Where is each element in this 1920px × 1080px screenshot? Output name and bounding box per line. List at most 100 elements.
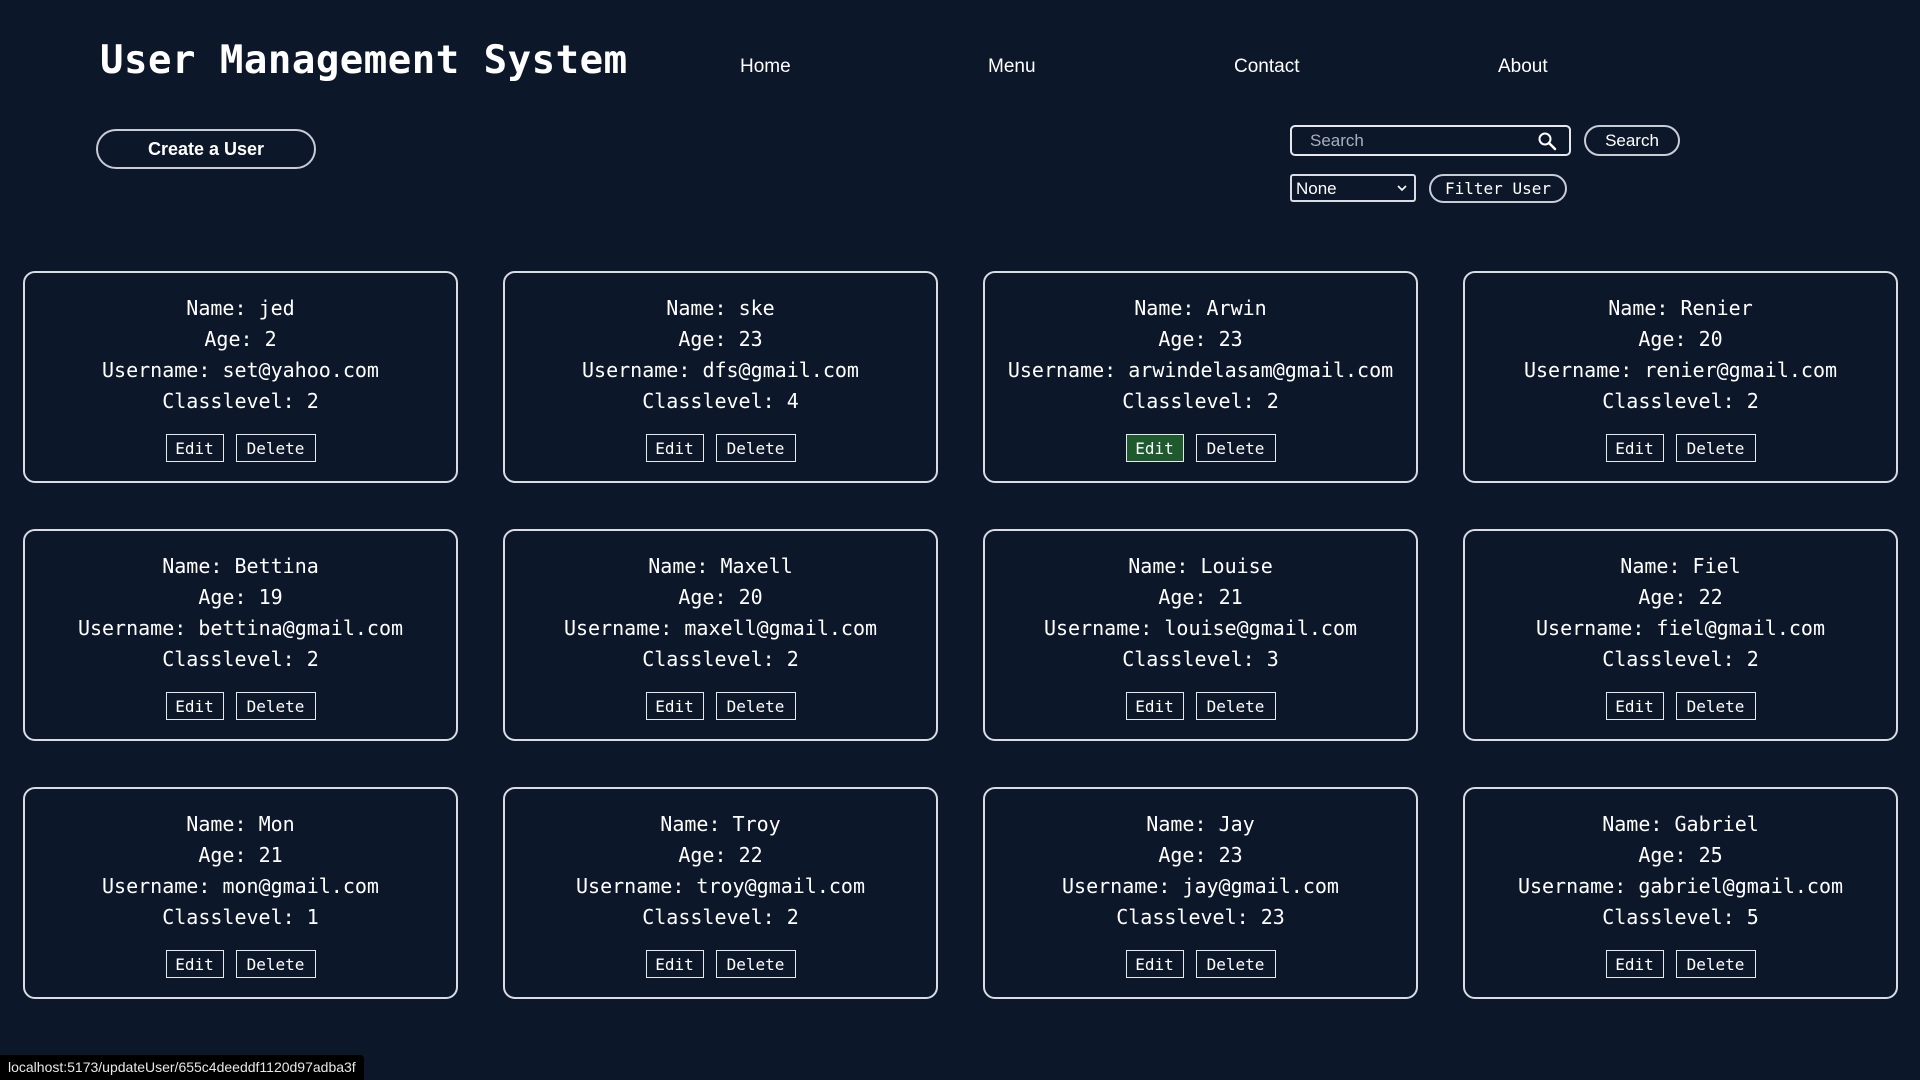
user-username: maxell@gmail.com bbox=[684, 616, 878, 640]
user-card: Name: Louise Age: 21 Username: louise@gm… bbox=[983, 529, 1418, 741]
user-username: gabriel@gmail.com bbox=[1638, 874, 1844, 898]
edit-button[interactable]: Edit bbox=[645, 950, 704, 978]
delete-button[interactable]: Delete bbox=[715, 950, 796, 978]
user-username: bettina@gmail.com bbox=[198, 616, 404, 640]
user-name-line: Name: jed bbox=[25, 293, 456, 324]
search-icon[interactable] bbox=[1537, 131, 1557, 151]
age-label: Age: bbox=[678, 843, 727, 867]
user-classlevel: 2 bbox=[306, 647, 319, 671]
age-label: Age: bbox=[1158, 327, 1207, 351]
user-classlevel-line: Classlevel: 3 bbox=[985, 644, 1416, 675]
user-name: Renier bbox=[1680, 296, 1753, 320]
age-label: Age: bbox=[198, 585, 247, 609]
delete-button[interactable]: Delete bbox=[235, 692, 316, 720]
delete-button[interactable]: Delete bbox=[235, 950, 316, 978]
age-label: Age: bbox=[204, 327, 253, 351]
classlevel-label: Classlevel: bbox=[642, 905, 775, 929]
nav-home[interactable]: Home bbox=[740, 56, 791, 78]
user-classlevel-line: Classlevel: 2 bbox=[505, 644, 936, 675]
edit-button[interactable]: Edit bbox=[645, 434, 704, 462]
delete-button[interactable]: Delete bbox=[715, 692, 796, 720]
filter-select-control[interactable]: None bbox=[1292, 176, 1414, 200]
user-name-line: Name: Louise bbox=[985, 551, 1416, 582]
nav-about[interactable]: About bbox=[1498, 56, 1548, 78]
edit-button[interactable]: Edit bbox=[1125, 950, 1184, 978]
user-age: 21 bbox=[258, 843, 283, 867]
user-age-line: Age: 23 bbox=[985, 324, 1416, 355]
user-username: arwindelasam@gmail.com bbox=[1128, 358, 1394, 382]
user-classlevel: 2 bbox=[1746, 647, 1759, 671]
nav-menu[interactable]: Menu bbox=[988, 56, 1036, 78]
user-age: 23 bbox=[1218, 843, 1243, 867]
user-age: 21 bbox=[1218, 585, 1243, 609]
delete-button[interactable]: Delete bbox=[1195, 692, 1276, 720]
delete-button[interactable]: Delete bbox=[1675, 434, 1756, 462]
user-age-line: Age: 20 bbox=[505, 582, 936, 613]
user-card: Name: Gabriel Age: 25 Username: gabriel@… bbox=[1463, 787, 1898, 999]
user-username-line: Username: troy@gmail.com bbox=[505, 871, 936, 902]
username-label: Username: bbox=[1062, 874, 1171, 898]
user-age: 20 bbox=[738, 585, 763, 609]
user-classlevel-line: Classlevel: 1 bbox=[25, 902, 456, 933]
edit-button[interactable]: Edit bbox=[1605, 434, 1664, 462]
card-actions: Edit Delete bbox=[505, 692, 936, 720]
user-username-line: Username: bettina@gmail.com bbox=[25, 613, 456, 644]
delete-button[interactable]: Delete bbox=[1675, 950, 1756, 978]
user-age-line: Age: 2 bbox=[25, 324, 456, 355]
user-age-line: Age: 23 bbox=[505, 324, 936, 355]
delete-button[interactable]: Delete bbox=[235, 434, 316, 462]
user-age: 22 bbox=[738, 843, 763, 867]
user-username-line: Username: arwindelasam@gmail.com bbox=[985, 355, 1416, 386]
user-classlevel: 1 bbox=[306, 905, 319, 929]
delete-button[interactable]: Delete bbox=[715, 434, 796, 462]
user-name-line: Name: Gabriel bbox=[1465, 809, 1896, 840]
edit-button[interactable]: Edit bbox=[1605, 950, 1664, 978]
card-actions: Edit Delete bbox=[25, 950, 456, 978]
user-age: 22 bbox=[1698, 585, 1723, 609]
user-age-line: Age: 21 bbox=[25, 840, 456, 871]
user-username: renier@gmail.com bbox=[1644, 358, 1838, 382]
status-bar-url: localhost:5173/updateUser/655c4deeddf112… bbox=[0, 1055, 364, 1080]
delete-button[interactable]: Delete bbox=[1195, 950, 1276, 978]
page-title: User Management System bbox=[100, 38, 628, 83]
edit-button[interactable]: Edit bbox=[1605, 692, 1664, 720]
edit-button[interactable]: Edit bbox=[165, 950, 224, 978]
user-age-line: Age: 21 bbox=[985, 582, 1416, 613]
user-classlevel-line: Classlevel: 5 bbox=[1465, 902, 1896, 933]
name-label: Name: bbox=[648, 554, 709, 578]
nav-contact[interactable]: Contact bbox=[1234, 56, 1299, 78]
user-username-line: Username: mon@gmail.com bbox=[25, 871, 456, 902]
user-username-line: Username: gabriel@gmail.com bbox=[1465, 871, 1896, 902]
classlevel-label: Classlevel: bbox=[1602, 647, 1735, 671]
user-card: Name: Fiel Age: 22 Username: fiel@gmail.… bbox=[1463, 529, 1898, 741]
user-classlevel: 2 bbox=[786, 905, 799, 929]
filter-select[interactable]: None bbox=[1290, 174, 1416, 202]
user-username-line: Username: renier@gmail.com bbox=[1465, 355, 1896, 386]
edit-button[interactable]: Edit bbox=[165, 434, 224, 462]
edit-button[interactable]: Edit bbox=[165, 692, 224, 720]
user-classlevel-line: Classlevel: 2 bbox=[1465, 386, 1896, 417]
name-label: Name: bbox=[162, 554, 223, 578]
filter-user-button[interactable]: Filter User bbox=[1429, 174, 1567, 203]
user-name: Gabriel bbox=[1674, 812, 1759, 836]
name-label: Name: bbox=[1146, 812, 1207, 836]
user-username: jay@gmail.com bbox=[1182, 874, 1339, 898]
edit-button[interactable]: Edit bbox=[1125, 434, 1184, 462]
username-label: Username: bbox=[1523, 358, 1633, 382]
search-button[interactable]: Search bbox=[1584, 125, 1680, 156]
name-label: Name: bbox=[1620, 554, 1681, 578]
user-classlevel: 2 bbox=[1266, 389, 1279, 413]
delete-button[interactable]: Delete bbox=[1195, 434, 1276, 462]
edit-button[interactable]: Edit bbox=[1125, 692, 1184, 720]
classlevel-label: Classlevel: bbox=[1602, 389, 1735, 413]
user-name: Fiel bbox=[1692, 554, 1741, 578]
user-card: Name: Troy Age: 22 Username: troy@gmail.… bbox=[503, 787, 938, 999]
edit-button[interactable]: Edit bbox=[645, 692, 704, 720]
delete-button[interactable]: Delete bbox=[1675, 692, 1756, 720]
user-card: Name: Arwin Age: 23 Username: arwindelas… bbox=[983, 271, 1418, 483]
user-name-line: Name: Fiel bbox=[1465, 551, 1896, 582]
search-input[interactable] bbox=[1292, 127, 1540, 154]
user-age: 2 bbox=[264, 327, 277, 351]
name-label: Name: bbox=[660, 812, 721, 836]
create-user-button[interactable]: Create a User bbox=[96, 129, 316, 169]
